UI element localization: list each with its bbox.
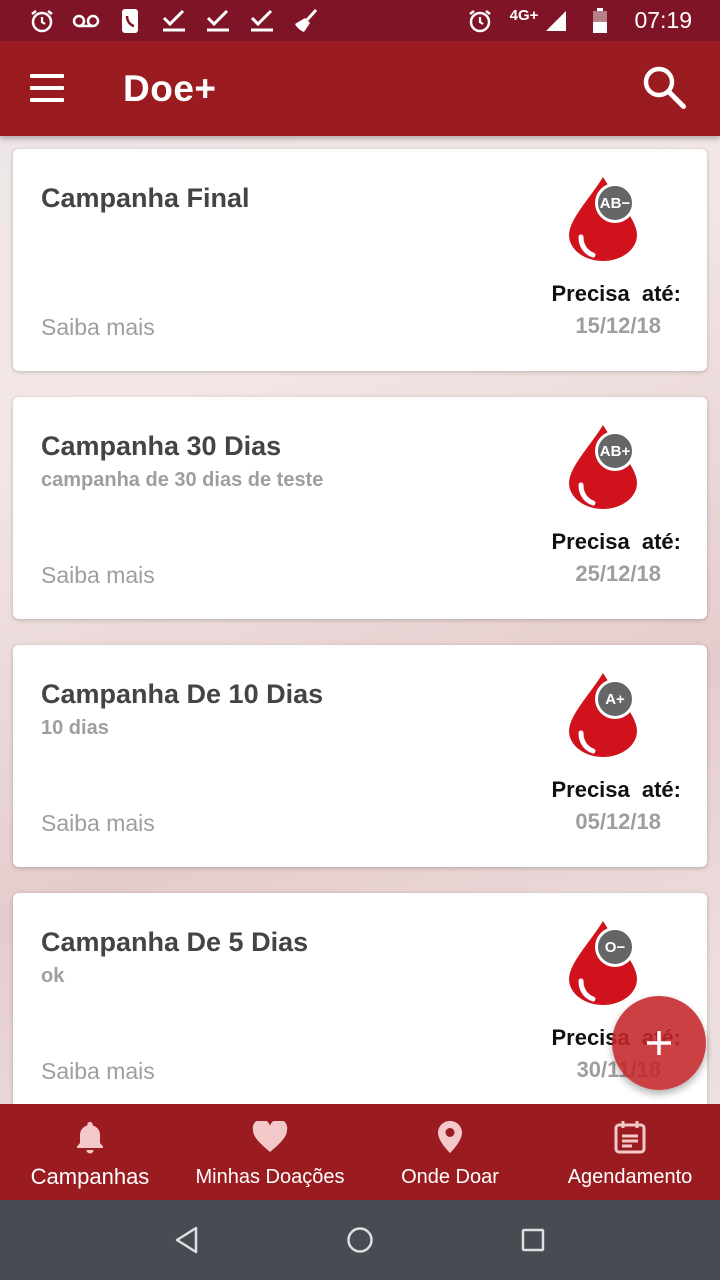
search-icon [643, 66, 686, 109]
needs-until-label: Precisa até: [551, 529, 681, 554]
app-bar: Doe+ [0, 41, 720, 136]
broom-icon [292, 7, 320, 35]
campaign-card[interactable]: Campanha Final Saiba mais AB− Precisa at… [13, 149, 707, 371]
hamburger-icon [30, 74, 64, 78]
nav-label: Minhas Doações [195, 1166, 345, 1188]
app-title: Doe+ [123, 68, 217, 109]
add-campaign-button[interactable] [612, 996, 706, 1090]
needs-until-date: 15/12/18 [575, 313, 661, 338]
status-time: 07:19 [634, 7, 692, 33]
learn-more-link[interactable]: Saiba mais [41, 314, 155, 341]
nav-item-agendamento[interactable]: Agendamento [540, 1104, 720, 1200]
campaign-card[interactable]: Campanha De 10 Dias 10 dias Saiba mais A… [13, 645, 707, 867]
nav-item-minhas-doacoes[interactable]: Minhas Doações [180, 1104, 360, 1200]
needs-until-label: Precisa até: [551, 777, 681, 802]
hamburger-line [30, 98, 64, 102]
check-icon [160, 7, 188, 35]
back-button[interactable] [167, 1220, 207, 1260]
location-pin-icon [431, 1118, 469, 1156]
phone-card-icon [116, 7, 144, 35]
nav-label: Onde Doar [401, 1166, 499, 1188]
learn-more-link[interactable]: Saiba mais [41, 810, 155, 837]
calendar-icon [611, 1118, 649, 1156]
campaign-card[interactable]: Campanha 30 Dias campanha de 30 dias de … [13, 397, 707, 619]
needs-until-date: 05/12/18 [575, 809, 661, 834]
home-circle-icon [347, 1227, 373, 1253]
blood-type-badge: AB+ [595, 431, 635, 471]
voicemail-icon [72, 7, 100, 35]
status-system: 4G+ 07:19 [466, 7, 692, 35]
needs-until-label: Precisa até: [551, 281, 681, 306]
recents-square-icon [522, 1228, 545, 1252]
hamburger-line [30, 86, 64, 90]
alarm-icon [466, 7, 494, 35]
campaign-title: Campanha Final [41, 183, 250, 213]
needs-until-date: 25/12/18 [575, 561, 661, 586]
nav-label: Agendamento [567, 1166, 693, 1188]
campaign-subtitle: ok [41, 965, 65, 987]
back-triangle-icon [175, 1226, 197, 1254]
campaign-card[interactable]: Campanha De 5 Dias ok Saiba mais O− Prec… [13, 893, 707, 1104]
nav-label: Campanhas [30, 1164, 150, 1189]
recents-button[interactable] [513, 1220, 553, 1260]
campaign-title: Campanha 30 Dias [41, 431, 282, 461]
system-navigation-bar [0, 1200, 720, 1280]
home-button[interactable] [340, 1220, 380, 1260]
status-bar: 4G+ 07:19 [0, 0, 720, 41]
campaign-title: Campanha De 5 Dias [41, 927, 309, 957]
learn-more-link[interactable]: Saiba mais [41, 562, 155, 589]
campaign-list[interactable]: Campanha Final Saiba mais AB− Precisa at… [0, 136, 720, 1104]
alarm-icon [28, 7, 56, 35]
search-button[interactable] [640, 63, 690, 113]
campaign-subtitle: campanha de 30 dias de teste [41, 469, 324, 491]
bottom-navigation: Campanhas Minhas Doações Onde Doar Agend… [0, 1104, 720, 1200]
campaign-title: Campanha De 10 Dias [41, 679, 324, 709]
check-icon [204, 7, 232, 35]
nav-item-onde-doar[interactable]: Onde Doar [360, 1104, 540, 1200]
nav-item-campanhas[interactable]: Campanhas [0, 1104, 180, 1200]
blood-type-badge: AB− [595, 183, 635, 223]
battery-icon [586, 7, 614, 35]
signal-icon [542, 7, 570, 35]
blood-type-badge: O− [595, 927, 635, 967]
bell-icon [71, 1118, 109, 1156]
campaign-subtitle: 10 dias [41, 717, 109, 739]
status-notifications [28, 7, 320, 35]
menu-button[interactable] [26, 71, 68, 105]
plus-icon [647, 1031, 671, 1055]
learn-more-link[interactable]: Saiba mais [41, 1058, 155, 1085]
network-type: 4G+ [509, 7, 539, 24]
check-icon [248, 7, 276, 35]
blood-type-badge: A+ [595, 679, 635, 719]
heart-icon [251, 1118, 289, 1156]
